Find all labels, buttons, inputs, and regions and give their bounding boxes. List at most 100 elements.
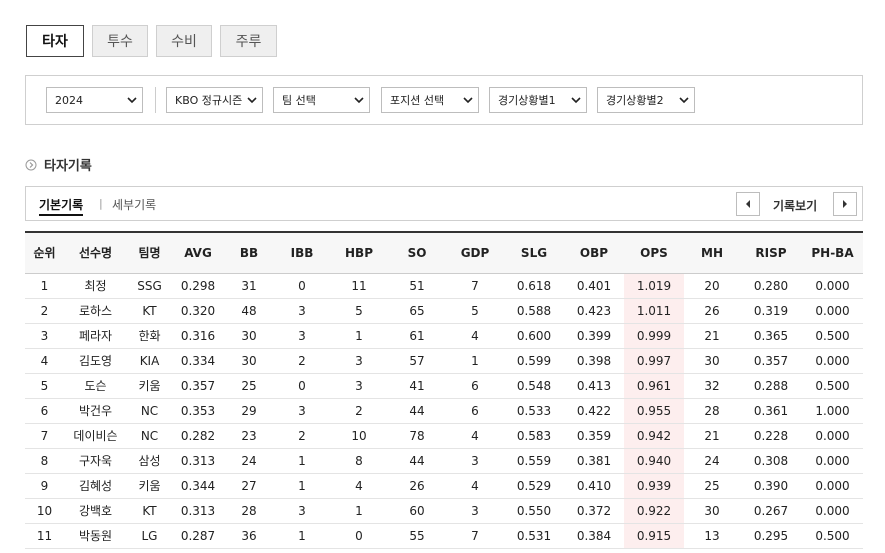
- column-header[interactable]: 팀명: [127, 231, 172, 274]
- subtab-basic[interactable]: 기본기록: [39, 196, 84, 216]
- next-page-button[interactable]: [833, 192, 857, 216]
- table-row: 8 구자욱 삼성 0.313 24 1 8 44 3 0.559 0.381 0.940 24 0.308…: [25, 448, 863, 474]
- chevron-down-icon: [247, 97, 257, 104]
- table-cell: 0.550: [504, 498, 564, 524]
- column-header[interactable]: 선수명: [64, 231, 127, 274]
- table-cell: 44: [388, 448, 446, 474]
- player-name-cell[interactable]: 구자욱: [64, 448, 127, 474]
- tab-batter[interactable]: 타자: [26, 25, 84, 57]
- column-header[interactable]: RISP: [740, 231, 802, 274]
- tab-baserunning[interactable]: 주루: [220, 25, 277, 57]
- table-cell: 30: [224, 323, 274, 349]
- table-cell: 3: [274, 498, 330, 524]
- column-header[interactable]: BB: [224, 231, 274, 274]
- table-cell: 6: [25, 398, 64, 424]
- table-cell: 0.531: [504, 523, 564, 549]
- record-type-tabs: 타자 투수 수비 주루: [26, 25, 285, 57]
- column-header[interactable]: IBB: [274, 231, 330, 274]
- table-cell: 29: [224, 398, 274, 424]
- column-header[interactable]: SO: [388, 231, 446, 274]
- tab-pitcher[interactable]: 투수: [92, 25, 148, 57]
- table-cell: 0.000: [802, 498, 863, 524]
- player-name-cell[interactable]: 최정: [64, 273, 127, 299]
- table-cell: 0: [274, 273, 330, 299]
- table-cell: 0.915: [624, 523, 684, 549]
- table-cell: 2: [274, 423, 330, 449]
- player-name-cell[interactable]: 김도영: [64, 348, 127, 374]
- table-cell: 0.287: [172, 523, 224, 549]
- table-cell: 0.961: [624, 373, 684, 399]
- table-cell: 8: [25, 448, 64, 474]
- table-cell: 0: [274, 373, 330, 399]
- table-cell: 20: [684, 273, 740, 299]
- table-row: 2 로하스 KT 0.320 48 3 5 65 5 0.588 0.423 1.011 26 0.319…: [25, 298, 863, 324]
- table-cell: 25: [224, 373, 274, 399]
- table-cell: 1: [330, 498, 388, 524]
- table-cell: 21: [684, 423, 740, 449]
- table-cell: 0.000: [802, 423, 863, 449]
- table-cell: 28: [224, 498, 274, 524]
- table-cell: 0.559: [504, 448, 564, 474]
- table-cell: KT: [127, 498, 172, 524]
- table-cell: 0.599: [504, 348, 564, 374]
- circle-chevron-icon: [25, 159, 37, 170]
- view-records-label[interactable]: 기록보기: [773, 197, 817, 214]
- table-cell: 6: [446, 398, 504, 424]
- table-cell: 27: [224, 473, 274, 499]
- table-cell: 0.334: [172, 348, 224, 374]
- column-header[interactable]: SLG: [504, 231, 564, 274]
- player-name-cell[interactable]: 강백호: [64, 498, 127, 524]
- subtab-detail[interactable]: 세부기록: [112, 196, 156, 213]
- column-header[interactable]: AVG: [172, 231, 224, 274]
- column-header[interactable]: PH-BA: [802, 231, 863, 274]
- table-cell: 1.011: [624, 298, 684, 324]
- table-cell: 28: [684, 398, 740, 424]
- player-name-cell[interactable]: 도슨: [64, 373, 127, 399]
- tab-fielding[interactable]: 수비: [156, 25, 212, 57]
- table-cell: 4: [25, 348, 64, 374]
- player-name-cell[interactable]: 페라자: [64, 323, 127, 349]
- year-select[interactable]: 2024: [46, 87, 143, 113]
- position-select[interactable]: 포지션 선택: [381, 87, 479, 113]
- table-cell: 24: [684, 448, 740, 474]
- table-cell: 0.588: [504, 298, 564, 324]
- table-cell: 0.308: [740, 448, 802, 474]
- player-name-cell[interactable]: 데이비슨: [64, 423, 127, 449]
- table-cell: 0.384: [564, 523, 624, 549]
- column-header[interactable]: HBP: [330, 231, 388, 274]
- table-cell: 0.500: [802, 523, 863, 549]
- column-header[interactable]: 순위: [25, 231, 64, 274]
- table-cell: 0.228: [740, 423, 802, 449]
- table-cell: 0.282: [172, 423, 224, 449]
- team-select[interactable]: 팀 선택: [273, 87, 370, 113]
- table-cell: 0.000: [802, 298, 863, 324]
- column-header[interactable]: OBP: [564, 231, 624, 274]
- table-cell: NC: [127, 423, 172, 449]
- player-name-cell[interactable]: 박건우: [64, 398, 127, 424]
- table-cell: 1: [25, 273, 64, 299]
- table-cell: 0.410: [564, 473, 624, 499]
- prev-page-button[interactable]: [736, 192, 760, 216]
- player-name-cell[interactable]: 김혜성: [64, 473, 127, 499]
- table-row: 7 데이비슨 NC 0.282 23 2 10 78 4 0.583 0.359 0.942 21 0.2…: [25, 423, 863, 449]
- column-header[interactable]: GDP: [446, 231, 504, 274]
- position-select-value: 포지션 선택: [390, 94, 445, 107]
- column-header[interactable]: OPS: [624, 231, 684, 274]
- filter-bar: 2024 KBO 정규시즌 팀 선택 포지션 선택 경기상황별1 경기상황별2: [25, 75, 863, 125]
- column-header[interactable]: MH: [684, 231, 740, 274]
- table-body: 1 최정 SSG 0.298 31 0 11 51 7 0.618 0.401 1.019 20 0.28…: [25, 273, 863, 549]
- table-cell: 6: [446, 373, 504, 399]
- situation2-select[interactable]: 경기상황별2: [597, 87, 695, 113]
- year-select-value: 2024: [55, 93, 83, 107]
- table-cell: 3: [274, 398, 330, 424]
- table-cell: 0.280: [740, 273, 802, 299]
- table-cell: 0.401: [564, 273, 624, 299]
- player-name-cell[interactable]: 로하스: [64, 298, 127, 324]
- table-cell: 11: [25, 523, 64, 549]
- table-cell: 0.922: [624, 498, 684, 524]
- season-select[interactable]: KBO 정규시즌: [166, 87, 263, 113]
- table-cell: 0.618: [504, 273, 564, 299]
- situation1-select[interactable]: 경기상황별1: [489, 87, 587, 113]
- table-cell: 5: [25, 373, 64, 399]
- player-name-cell[interactable]: 박동원: [64, 523, 127, 549]
